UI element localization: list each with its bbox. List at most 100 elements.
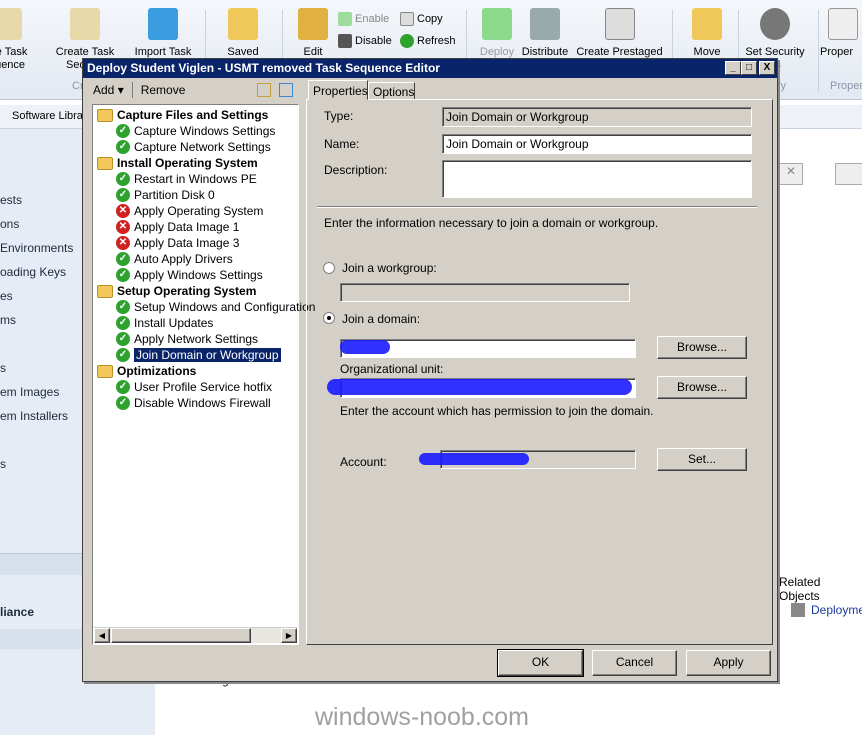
sidebar-item[interactable]: s xyxy=(0,457,6,471)
task-sequence-editor-dialog: Deploy Student Viglen - USMT removed Tas… xyxy=(82,58,778,682)
type-field: Join Domain or Workgroup xyxy=(442,107,752,127)
scroll-right-button[interactable]: ▶ xyxy=(281,628,297,643)
folder-icon xyxy=(97,108,113,122)
success-check-icon: ✓ xyxy=(116,348,130,362)
prestaged-file-icon xyxy=(604,8,635,40)
description-label: Description: xyxy=(324,163,388,177)
tree-step[interactable]: ✓ Apply Windows Settings xyxy=(116,267,263,283)
tree-item-label: Capture Files and Settings xyxy=(117,108,269,122)
media-icon xyxy=(70,8,100,40)
tree-item-label: Apply Data Image 3 xyxy=(134,236,240,250)
horizontal-scrollbar[interactable]: ◀ ▶ xyxy=(94,627,297,643)
tree-item-label: Setup Windows and Configuration xyxy=(134,300,316,314)
tree-step[interactable]: ✓ Restart in Windows PE xyxy=(116,171,257,187)
tab-properties[interactable]: Properties xyxy=(308,80,368,100)
remove-button[interactable]: Remove xyxy=(141,83,186,97)
workspace-compliance[interactable]: liance xyxy=(0,605,34,619)
apply-button[interactable]: Apply xyxy=(686,650,771,676)
tree-step[interactable]: ✓ Capture Network Settings xyxy=(116,139,271,155)
description-textarea[interactable] xyxy=(442,160,752,198)
maximize-button[interactable]: □ xyxy=(741,61,757,75)
search-icon[interactable] xyxy=(835,163,862,185)
properties-button[interactable]: Proper xyxy=(820,8,862,59)
folder-icon xyxy=(97,364,113,378)
sidebar-item[interactable]: ms xyxy=(0,313,16,327)
tab-options[interactable]: Options xyxy=(368,82,415,100)
saved-searches-button[interactable]: Saved xyxy=(208,8,278,59)
move-button[interactable]: Move xyxy=(672,8,742,59)
sidebar-item[interactable]: ests xyxy=(0,193,22,207)
tree-item-label: Partition Disk 0 xyxy=(134,188,215,202)
tree-group[interactable]: Install Operating System xyxy=(97,155,258,171)
tree-step[interactable]: ✕ Apply Data Image 1 xyxy=(116,219,239,235)
distribute-content-button[interactable]: Distribute xyxy=(510,8,580,59)
tree-item-label: User Profile Service hotfix xyxy=(134,380,273,394)
sidebar-item[interactable]: Environments xyxy=(0,241,73,255)
pencil-icon xyxy=(298,8,328,40)
tree-step[interactable]: ✕ Apply Data Image 3 xyxy=(116,235,239,251)
tree-step[interactable]: ✓ User Profile Service hotfix xyxy=(116,379,272,395)
tree-group[interactable]: Setup Operating System xyxy=(97,283,256,299)
sidebar-item[interactable]: ons xyxy=(0,217,19,231)
tree-step[interactable]: ✕ Apply Operating System xyxy=(116,203,263,219)
sidebar-item[interactable]: em Images xyxy=(0,385,59,399)
workgroup-input[interactable] xyxy=(340,283,630,302)
tree-item-label: Restart in Windows PE xyxy=(134,172,257,186)
tree-step[interactable]: ✓ Auto Apply Drivers xyxy=(116,251,233,267)
tree-step[interactable]: ✓ Join Domain or Workgroup xyxy=(116,347,281,363)
ou-label: Organizational unit: xyxy=(340,362,444,376)
deployments-link[interactable]: Deployme xyxy=(791,603,862,617)
enable-button[interactable]: Enable xyxy=(338,12,389,26)
add-menu-button[interactable]: Add ▾ xyxy=(93,83,124,97)
refresh-button[interactable]: Refresh xyxy=(400,34,456,48)
move-up-icon[interactable] xyxy=(257,83,271,97)
sidebar-item[interactable]: em Installers xyxy=(0,409,68,423)
lock-icon xyxy=(760,8,790,40)
tree-step[interactable]: ✓ Setup Windows and Configuration xyxy=(116,299,315,315)
success-check-icon: ✓ xyxy=(116,172,130,186)
tree-item-label: Capture Network Settings xyxy=(134,140,271,154)
move-down-icon[interactable] xyxy=(279,83,293,97)
tree-item-label: Disable Windows Firewall xyxy=(134,396,271,410)
tree-item-label: Apply Network Settings xyxy=(134,332,259,346)
tree-step[interactable]: ✓ Disable Windows Firewall xyxy=(116,395,271,411)
copy-button[interactable]: Copy xyxy=(400,12,443,26)
domain-radio[interactable] xyxy=(323,312,335,324)
close-button[interactable]: X xyxy=(759,61,775,75)
tree-group[interactable]: Capture Files and Settings xyxy=(97,107,268,123)
create-prestaged-content-button[interactable]: Create Prestaged xyxy=(572,8,667,59)
minimize-button[interactable]: _ xyxy=(725,61,741,75)
tree-step[interactable]: ✓ Capture Windows Settings xyxy=(116,123,275,139)
success-check-icon: ✓ xyxy=(116,188,130,202)
tree-step[interactable]: ✓ Apply Network Settings xyxy=(116,331,258,347)
error-icon: ✕ xyxy=(116,220,130,234)
tree-item-label: Capture Windows Settings xyxy=(134,124,276,138)
import-task-sequence-button[interactable]: Import Task xyxy=(128,8,198,59)
sidebar-item[interactable]: es xyxy=(0,289,13,303)
name-input[interactable]: Join Domain or Workgroup xyxy=(442,134,752,154)
software-library-breadcrumb[interactable]: Software Libra xyxy=(12,110,83,122)
import-arrow-icon xyxy=(148,8,178,40)
tree-step[interactable]: ✓ Install Updates xyxy=(116,315,213,331)
cancel-button[interactable]: Cancel xyxy=(592,650,677,676)
scroll-left-button[interactable]: ◀ xyxy=(94,628,110,643)
disable-button[interactable]: Disable xyxy=(338,34,392,48)
success-check-icon: ✓ xyxy=(116,380,130,394)
tree-step[interactable]: ✓ Partition Disk 0 xyxy=(116,187,215,203)
browse-ou-button[interactable]: Browse... xyxy=(657,376,747,399)
create-task-sequence-button[interactable]: ate Task quence xyxy=(0,8,42,72)
clear-search-icon[interactable]: ✕ xyxy=(779,163,803,185)
workgroup-radio[interactable] xyxy=(323,262,335,274)
account-instructions: Enter the account which has permission t… xyxy=(340,404,654,418)
set-account-button[interactable]: Set... xyxy=(657,448,747,471)
sidebar-item[interactable]: oading Keys xyxy=(0,265,66,279)
sidebar-item[interactable]: s xyxy=(0,361,6,375)
ok-button[interactable]: OK xyxy=(497,649,584,677)
tree-item-label: Apply Operating System xyxy=(134,204,264,218)
scroll-thumb[interactable] xyxy=(111,628,251,643)
account-label: Account: xyxy=(340,455,387,469)
server-icon xyxy=(530,8,560,40)
tree-group[interactable]: Optimizations xyxy=(97,363,196,379)
browse-domain-button[interactable]: Browse... xyxy=(657,336,747,359)
redaction-scribble xyxy=(419,453,529,465)
